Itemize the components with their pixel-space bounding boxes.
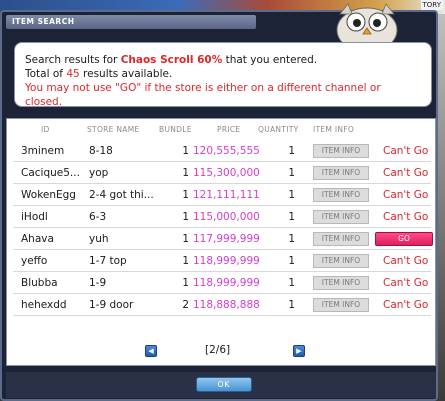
store-name: 1-9 — [89, 277, 107, 289]
item-quantity: 1 — [288, 299, 295, 311]
ok-button[interactable]: OK — [196, 377, 252, 392]
window-footer: OK — [6, 372, 436, 398]
store-name: yuh — [89, 233, 109, 245]
item-info-button[interactable]: ITEM INFO — [313, 276, 369, 290]
store-name: yop — [89, 167, 109, 179]
window-edge — [438, 14, 445, 401]
item-info-button[interactable]: ITEM INFO — [313, 232, 369, 246]
cant-go-label: Can't Go — [383, 255, 429, 267]
bundle-count: 1 — [182, 277, 189, 289]
bundle-count: 1 — [182, 145, 189, 157]
item-name: Chaos Scroll 60% — [120, 54, 223, 66]
cant-go-label: Can't Go — [383, 277, 429, 289]
item-info-button[interactable]: ITEM INFO — [313, 188, 369, 202]
store-name: 1-7 top — [89, 255, 127, 267]
store-name: 8-18 — [89, 145, 113, 157]
item-price: 118,999,999 — [193, 277, 260, 289]
page-indicator: [2/6] — [205, 344, 231, 356]
message-line-2: Total of 45 results available. — [25, 67, 421, 81]
table-row[interactable]: 3minem 8-18 1 120,555,555 1 ITEM INFO Can't Go — [13, 141, 431, 162]
item-info-button[interactable]: ITEM INFO — [313, 298, 369, 312]
item-price: 118,999,999 — [193, 255, 260, 267]
message-text: that you entered. — [222, 54, 318, 66]
go-button[interactable]: GO — [375, 232, 433, 246]
table-row[interactable]: hehexdd 1-9 door 2 118,888,888 1 ITEM INFO Can… — [13, 295, 431, 316]
bundle-count: 1 — [182, 255, 189, 267]
left-arrow-icon[interactable]: ◀ — [145, 345, 157, 357]
store-name: 2-4 got thi... — [89, 189, 154, 201]
results-panel: ID STORE NAME BUNDLE PRICE QUANTITY ITEM… — [6, 118, 436, 366]
seller-id: hehexdd — [21, 299, 67, 311]
item-price: 115,000,000 — [193, 211, 260, 223]
bundle-count: 1 — [182, 167, 189, 179]
item-price: 118,888,888 — [193, 299, 260, 311]
seller-id: WokenEgg — [21, 189, 76, 201]
bundle-count: 2 — [182, 299, 189, 311]
item-quantity: 1 — [288, 277, 295, 289]
seller-id: Blubba — [21, 277, 58, 289]
message-text: Search results for — [25, 54, 121, 66]
cant-go-label: Can't Go — [383, 189, 429, 201]
item-quantity: 1 — [288, 145, 295, 157]
bundle-count: 1 — [182, 233, 189, 245]
item-price: 117,999,999 — [193, 233, 260, 245]
store-name: 1-9 door — [89, 299, 134, 311]
seller-id: Cacique5... — [21, 167, 80, 179]
right-arrow-icon[interactable]: ▶ — [293, 345, 305, 357]
table-row[interactable]: iHodl 6-3 1 115,000,000 1 ITEM INFO Can't Go — [13, 207, 431, 228]
item-price: 120,555,555 — [193, 145, 260, 157]
cant-go-label: Can't Go — [383, 211, 429, 223]
seller-id: iHodl — [21, 211, 48, 223]
item-info-button[interactable]: ITEM INFO — [313, 144, 369, 158]
header-quantity: QUANTITY — [258, 125, 299, 134]
pagination: ◀ [2/6] ▶ — [7, 343, 437, 359]
table-row[interactable]: Ahava yuh 1 117,999,999 1 ITEM INFO GO — [13, 229, 433, 250]
seller-id: 3minem — [21, 145, 65, 157]
item-quantity: 1 — [288, 167, 295, 179]
table-row[interactable]: WokenEgg 2-4 got thi... 1 121,111,111 1 ITEM … — [13, 185, 431, 206]
cant-go-label: Can't Go — [383, 145, 429, 157]
table-row[interactable]: Blubba 1-9 1 118,999,999 1 ITEM INFO Can't Go — [13, 273, 431, 294]
table-row[interactable]: yeffo 1-7 top 1 118,999,999 1 ITEM INFO Can't … — [13, 251, 431, 272]
header-store-name: STORE NAME — [87, 125, 140, 134]
item-info-button[interactable]: ITEM INFO — [313, 254, 369, 268]
search-result-message: Search results for Chaos Scroll 60% that… — [14, 42, 432, 108]
cant-go-label: Can't Go — [383, 299, 429, 311]
result-count: 45 — [66, 68, 80, 80]
corner-tab: TORY — [420, 0, 443, 10]
item-quantity: 1 — [288, 233, 295, 245]
window-title: ITEM SEARCH — [6, 15, 256, 29]
bundle-count: 1 — [182, 211, 189, 223]
message-text: results available. — [79, 68, 173, 80]
message-line-1: Search results for Chaos Scroll 60% that… — [25, 53, 421, 67]
item-price: 115,300,000 — [193, 167, 260, 179]
bundle-count: 1 — [182, 189, 189, 201]
item-search-window: ITEM SEARCH Search results for Chaos Scr… — [0, 3, 438, 401]
item-info-button[interactable]: ITEM INFO — [313, 210, 369, 224]
item-quantity: 1 — [288, 255, 295, 267]
item-quantity: 1 — [288, 189, 295, 201]
table-row[interactable]: Cacique5... yop 1 115,300,000 1 ITEM INFO Can'… — [13, 163, 431, 184]
header-item-info: ITEM INFO — [313, 125, 355, 134]
item-price: 121,111,111 — [193, 189, 260, 201]
store-name: 6-3 — [89, 211, 107, 223]
channel-warning: You may not use "GO" if the store is eit… — [25, 82, 381, 108]
seller-id: Ahava — [21, 233, 54, 245]
header-price: PRICE — [217, 125, 241, 134]
item-quantity: 1 — [288, 211, 295, 223]
cant-go-label: Can't Go — [383, 167, 429, 179]
item-info-button[interactable]: ITEM INFO — [313, 166, 369, 180]
header-bundle: BUNDLE — [159, 125, 192, 134]
message-text: Total of — [25, 68, 67, 80]
seller-id: yeffo — [21, 255, 48, 267]
header-id: ID — [41, 125, 50, 134]
